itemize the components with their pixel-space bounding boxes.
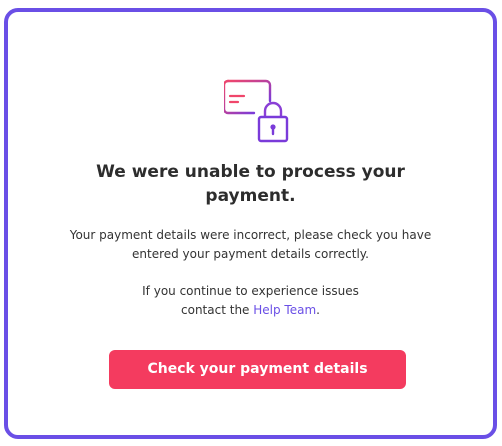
payment-error-dialog: We were unable to process your payment. … bbox=[4, 8, 497, 439]
credit-card-lock-icon bbox=[224, 75, 292, 145]
help-team-link[interactable]: Help Team bbox=[253, 303, 316, 317]
dialog-title-line1: We were unable to process your bbox=[96, 162, 405, 182]
description-line1: Your payment details were incorrect, ple… bbox=[69, 228, 432, 242]
dialog-title: We were unable to process your payment. bbox=[8, 160, 493, 208]
contact-line1: If you continue to experience issues bbox=[142, 284, 359, 298]
contact-text: If you continue to experience issues con… bbox=[8, 282, 493, 320]
check-payment-details-button[interactable]: Check your payment details bbox=[109, 350, 406, 389]
dialog-title-line2: payment. bbox=[205, 186, 296, 206]
contact-suffix: . bbox=[316, 303, 320, 317]
contact-prefix: contact the bbox=[181, 303, 254, 317]
error-description: Your payment details were incorrect, ple… bbox=[8, 226, 493, 264]
description-line2: entered your payment details correctly. bbox=[132, 247, 369, 261]
